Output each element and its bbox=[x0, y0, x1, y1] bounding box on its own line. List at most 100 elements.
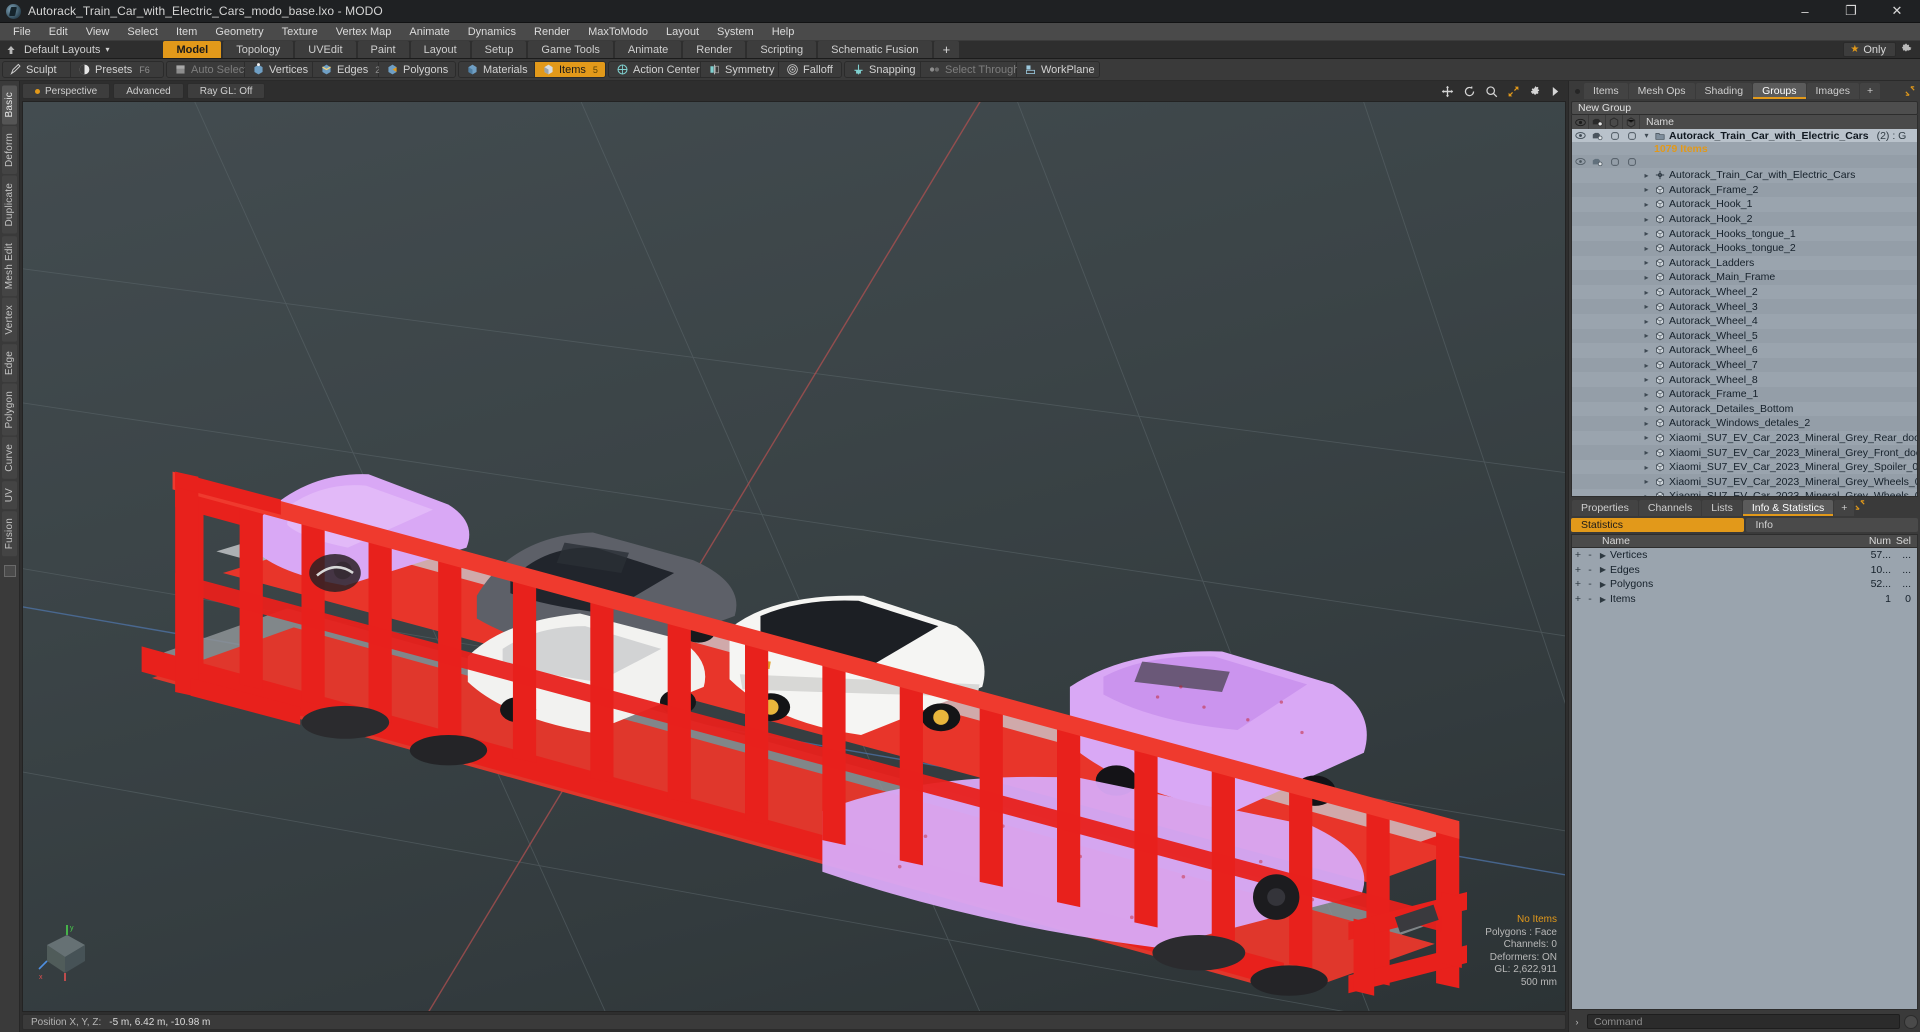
action-center-button[interactable]: Action Center bbox=[609, 62, 701, 77]
panel-tab-mesh-ops[interactable]: Mesh Ops bbox=[1628, 83, 1695, 99]
stat-row-twisty-icon[interactable]: ▶ bbox=[1596, 565, 1610, 574]
panel-tab-items[interactable]: Items bbox=[1584, 83, 1628, 99]
item-list-row[interactable]: ▸ Xiaomi_SU7_EV_Car_2023_Mineral_Grey_Fro… bbox=[1572, 445, 1917, 460]
item-name-cell[interactable]: ▸ Autorack_Train_Car_with_Electric_Cars bbox=[1640, 169, 1917, 181]
left-tab-polygon[interactable]: Polygon bbox=[2, 383, 17, 436]
item-list-group-header[interactable]: ▾ Autorack_Train_Car_with_Electric_Cars … bbox=[1572, 129, 1917, 142]
item-twisty-icon[interactable]: ▸ bbox=[1642, 375, 1651, 384]
play-icon[interactable] bbox=[1551, 86, 1560, 97]
axis-gizmo[interactable]: y x bbox=[37, 923, 97, 983]
left-tab-uv[interactable]: UV bbox=[2, 481, 17, 510]
item-list-row[interactable]: ▸ Xiaomi_SU7_EV_Car_2023_Mineral_Grey_Rea… bbox=[1572, 431, 1917, 446]
stat-row-plus[interactable]: + bbox=[1572, 564, 1584, 576]
statistics-row[interactable]: + - ▶ Edges 10...... bbox=[1572, 563, 1917, 578]
zoom-icon[interactable] bbox=[1485, 85, 1498, 98]
item-list-row[interactable]: ▸ Autorack_Wheel_7 bbox=[1572, 357, 1917, 373]
menu-item-maxtomodo[interactable]: MaxToModo bbox=[579, 23, 657, 40]
menu-item-item[interactable]: Item bbox=[167, 23, 206, 40]
menu-item-help[interactable]: Help bbox=[763, 23, 804, 40]
stat-tab-lists[interactable]: Lists bbox=[1702, 500, 1742, 516]
item-list-row[interactable]: ▸ Xiaomi_SU7_EV_Car_2023_Mineral_Grey_Whe… bbox=[1572, 489, 1917, 496]
item-name-cell[interactable]: ▸ Autorack_Wheel_7 bbox=[1640, 359, 1917, 371]
item-twisty-icon[interactable]: ▸ bbox=[1642, 258, 1651, 267]
stat-row-plus[interactable]: + bbox=[1572, 593, 1584, 605]
left-tab-deform[interactable]: Deform bbox=[2, 126, 17, 175]
row-eye-toggle[interactable] bbox=[1572, 157, 1589, 166]
item-name-cell[interactable]: ▸ Autorack_Hooks_tongue_2 bbox=[1640, 242, 1917, 254]
layout-anchor-icon[interactable] bbox=[0, 41, 22, 58]
menu-item-layout[interactable]: Layout bbox=[657, 23, 708, 40]
item-name-cell[interactable]: ▸ Autorack_Ladders bbox=[1640, 257, 1917, 269]
item-twisty-icon[interactable]: ▸ bbox=[1642, 302, 1651, 311]
materials-button[interactable]: Materials bbox=[459, 62, 535, 77]
item-name-cell[interactable]: ▸ Autorack_Main_Frame bbox=[1640, 271, 1917, 283]
menu-item-geometry[interactable]: Geometry bbox=[206, 23, 272, 40]
workplane-button[interactable]: WorkPlane bbox=[1017, 62, 1099, 77]
item-twisty-icon[interactable]: ▸ bbox=[1642, 361, 1651, 370]
rotate-icon[interactable] bbox=[1463, 85, 1476, 98]
snapping-button[interactable]: Snapping bbox=[845, 62, 921, 77]
tab-layout[interactable]: Layout bbox=[410, 41, 470, 58]
viewport-projection-dropdown[interactable]: Perspective bbox=[22, 83, 111, 99]
header-cube-shaded-icon[interactable] bbox=[1623, 115, 1640, 129]
left-tab-edge[interactable]: Edge bbox=[2, 343, 17, 382]
left-tab-fusion[interactable]: Fusion bbox=[2, 511, 17, 557]
stat-row-twisty-icon[interactable]: ▶ bbox=[1596, 595, 1610, 604]
tab-game-tools[interactable]: Game Tools bbox=[528, 41, 613, 58]
left-tab-basic[interactable]: Basic bbox=[2, 85, 17, 125]
item-twisty-icon[interactable]: ▸ bbox=[1642, 463, 1651, 472]
menu-item-select[interactable]: Select bbox=[118, 23, 167, 40]
group-cube-toggle[interactable] bbox=[1606, 131, 1623, 141]
item-twisty-icon[interactable]: ▸ bbox=[1642, 215, 1651, 224]
item-list-row[interactable]: ▸ Xiaomi_SU7_EV_Car_2023_Mineral_Grey_Whe… bbox=[1572, 474, 1917, 490]
item-list-row[interactable]: ▸ Autorack_Wheel_3 bbox=[1572, 299, 1917, 314]
select-through-button[interactable]: Select Through bbox=[921, 62, 1019, 77]
command-input[interactable]: Command bbox=[1587, 1014, 1900, 1029]
menu-item-edit[interactable]: Edit bbox=[40, 23, 77, 40]
presets-button[interactable]: Presets F6 bbox=[71, 62, 163, 77]
tab-animate[interactable]: Animate bbox=[614, 41, 682, 58]
item-name-cell[interactable]: ▸ Xiaomi_SU7_EV_Car_2023_Mineral_Grey_Spo… bbox=[1640, 461, 1917, 473]
item-name-cell[interactable]: ▸ Autorack_Hook_2 bbox=[1640, 213, 1917, 225]
default-layouts-dropdown[interactable]: Default Layouts ▾ bbox=[22, 41, 119, 58]
item-name-cell[interactable]: ▸ Autorack_Wheel_6 bbox=[1640, 344, 1917, 356]
stat-tab-add[interactable]: + bbox=[1834, 500, 1855, 516]
tab-model[interactable]: Model bbox=[163, 41, 222, 58]
item-name-cell[interactable]: ▸ Xiaomi_SU7_EV_Car_2023_Mineral_Grey_Fro… bbox=[1640, 447, 1917, 459]
statistics-row[interactable]: + - ▶ Items 1 0 bbox=[1572, 592, 1917, 607]
item-twisty-icon[interactable]: ▸ bbox=[1642, 477, 1651, 486]
item-list-toggle-row[interactable] bbox=[1572, 155, 1917, 168]
item-list-row[interactable]: ▸ Autorack_Hooks_tongue_2 bbox=[1572, 240, 1917, 256]
panel-menu-dot-icon[interactable] bbox=[1571, 83, 1583, 99]
item-name-cell[interactable]: ▸ Xiaomi_SU7_EV_Car_2023_Mineral_Grey_Whe… bbox=[1640, 490, 1917, 496]
symmetry-button[interactable]: Symmetry bbox=[701, 62, 779, 77]
item-twisty-icon[interactable]: ▸ bbox=[1642, 433, 1651, 442]
group-twisty-icon[interactable]: ▾ bbox=[1642, 131, 1651, 140]
stat-row-minus[interactable]: - bbox=[1584, 549, 1596, 561]
item-name-cell[interactable]: ▸ Xiaomi_SU7_EV_Car_2023_Mineral_Grey_Whe… bbox=[1640, 476, 1917, 488]
panel-tab-images[interactable]: Images bbox=[1806, 83, 1859, 99]
item-list-row[interactable]: ▸ Autorack_Wheel_2 bbox=[1572, 285, 1917, 300]
item-twisty-icon[interactable]: ▸ bbox=[1642, 492, 1651, 496]
menu-item-system[interactable]: System bbox=[708, 23, 763, 40]
item-twisty-icon[interactable]: ▸ bbox=[1642, 288, 1651, 297]
stat-tab-properties[interactable]: Properties bbox=[1572, 500, 1638, 516]
item-twisty-icon[interactable]: ▸ bbox=[1642, 171, 1651, 180]
item-list-row[interactable]: ▸ Autorack_Train_Car_with_Electric_Cars bbox=[1572, 168, 1917, 183]
stat-row-minus[interactable]: - bbox=[1584, 564, 1596, 576]
item-twisty-icon[interactable]: ▸ bbox=[1642, 390, 1651, 399]
subtab-info[interactable]: Info bbox=[1745, 518, 1918, 532]
group-name-cell[interactable]: ▾ Autorack_Train_Car_with_Electric_Cars … bbox=[1640, 130, 1917, 142]
stat-panel-expand-icon[interactable] bbox=[1855, 500, 1865, 516]
command-history-button[interactable] bbox=[1904, 1014, 1918, 1029]
stat-row-twisty-icon[interactable]: ▶ bbox=[1596, 551, 1610, 560]
polygons-button[interactable]: Polygons bbox=[379, 62, 455, 77]
left-tab-vertex[interactable]: Vertex bbox=[2, 298, 17, 342]
gear-icon[interactable] bbox=[1529, 85, 1542, 98]
panel-tab-shading[interactable]: Shading bbox=[1695, 83, 1753, 99]
stat-row-minus[interactable]: - bbox=[1584, 578, 1596, 590]
item-name-cell[interactable]: ▸ Autorack_Wheel_3 bbox=[1640, 301, 1917, 313]
item-name-cell[interactable]: ▸ Autorack_Wheel_5 bbox=[1640, 330, 1917, 342]
tab-schematic-fusion[interactable]: Schematic Fusion bbox=[818, 41, 932, 58]
item-twisty-icon[interactable]: ▸ bbox=[1642, 244, 1651, 253]
